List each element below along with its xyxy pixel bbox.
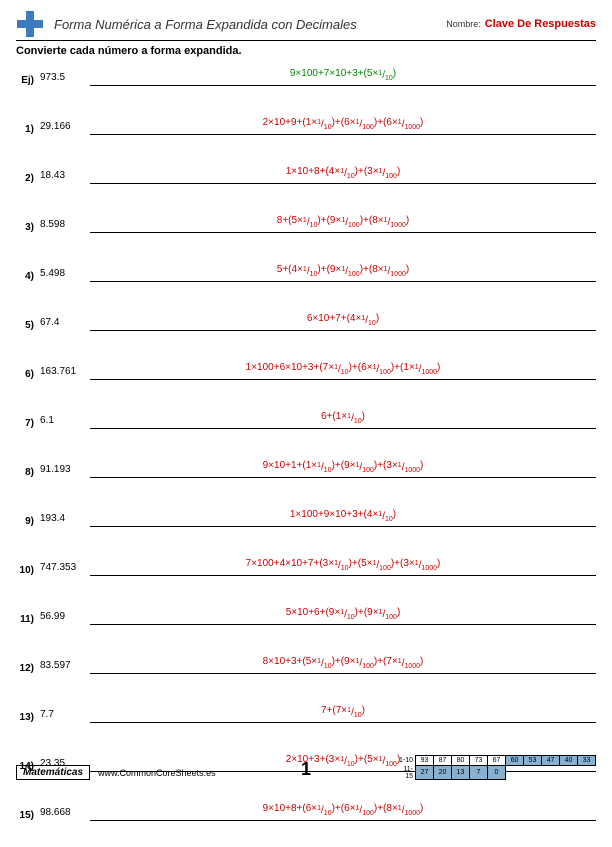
problem-row: 4)5.498 5+(4×1/10)+(9×1/100)+(8×1/1000) <box>16 259 596 282</box>
problem-number: 12) <box>16 663 38 674</box>
answer-line: 6+(1×1/10) <box>90 406 596 429</box>
answer-text: 5×10+6+(9×1/10)+(9×1/100) <box>286 607 401 618</box>
problem-value: 56.99 <box>38 611 90 625</box>
problem-row: 15)98.668 9×10+8+(6×1/10)+(6×1/100)+(8×1/… <box>16 798 596 821</box>
problem-number: 5) <box>16 320 38 331</box>
problem-row: 2)18.43 1×10+8+(4×1/10)+(3×1/100) <box>16 161 596 184</box>
problem-number: 15) <box>16 810 38 821</box>
answer-text: 5+(4×1/10)+(9×1/100)+(8×1/1000) <box>277 264 409 275</box>
problem-row: 13)7.7 7+(7×1/10) <box>16 700 596 723</box>
problem-number: 13) <box>16 712 38 723</box>
problem-number: 9) <box>16 516 38 527</box>
answer-text: 1×100+6×10+3+(7×1/10)+(6×1/100)+(1×1/100… <box>246 362 441 373</box>
problem-number: 3) <box>16 222 38 233</box>
answer-line: 1×100+9×10+3+(4×1/10) <box>90 504 596 527</box>
answer-line: 5×10+6+(9×1/10)+(9×1/100) <box>90 602 596 625</box>
problem-row: 9)193.4 1×100+9×10+3+(4×1/10) <box>16 504 596 527</box>
answer-line: 9×100+7×10+3+(5×1/10) <box>90 63 596 86</box>
problem-value: 747.353 <box>38 562 90 576</box>
problem-row: 1)29.166 2×10+9+(1×1/10)+(6×1/100)+(6×1/1… <box>16 112 596 135</box>
problems-list: Ej)973.5 9×100+7×10+3+(5×1/10) 1)29.166 2×1… <box>16 63 596 847</box>
instruction-text: Convierte cada número a forma expandida. <box>16 45 596 57</box>
answer-text: 8×10+3+(5×1/10)+(9×1/100)+(7×1/1000) <box>263 656 424 667</box>
answer-text: 8+(5×1/10)+(9×1/100)+(8×1/1000) <box>277 215 409 226</box>
answer-key-label: Clave De Respuestas <box>485 18 596 30</box>
answer-text: 1×10+8+(4×1/10)+(3×1/100) <box>286 166 401 177</box>
answer-text: 9×100+7×10+3+(5×1/10) <box>290 68 396 79</box>
problem-value: 163.761 <box>38 366 90 380</box>
problem-value: 67.4 <box>38 317 90 331</box>
problem-row: 11)56.99 5×10+6+(9×1/10)+(9×1/100) <box>16 602 596 625</box>
problem-number: 1) <box>16 124 38 135</box>
answer-line: 8+(5×1/10)+(9×1/100)+(8×1/1000) <box>90 210 596 233</box>
problem-row: 5)67.4 6×10+7+(4×1/10) <box>16 308 596 331</box>
problem-value: 29.166 <box>38 121 90 135</box>
problem-number: 4) <box>16 271 38 282</box>
problem-row: 12)83.597 8×10+3+(5×1/10)+(9×1/100)+(7×1/… <box>16 651 596 674</box>
answer-line: 5+(4×1/10)+(9×1/100)+(8×1/1000) <box>90 259 596 282</box>
problem-value: 18.43 <box>38 170 90 184</box>
problem-number: 8) <box>16 467 38 478</box>
problem-value: 98.668 <box>38 807 90 821</box>
subject-box: Matemáticas <box>16 765 90 780</box>
answer-text: 7×100+4×10+7+(3×1/10)+(5×1/100)+(3×1/100… <box>246 558 441 569</box>
answer-line: 9×10+1+(1×1/10)+(9×1/100)+(3×1/1000) <box>90 455 596 478</box>
problem-number: 2) <box>16 173 38 184</box>
problem-value: 193.4 <box>38 513 90 527</box>
plus-logo-icon <box>16 10 44 38</box>
score-grid: 1-109387807367605347403311-1527201370 <box>398 755 597 780</box>
problem-value: 5.498 <box>38 268 90 282</box>
problem-row: 10)747.353 7×100+4×10+7+(3×1/10)+(5×1/100… <box>16 553 596 576</box>
answer-line: 7×100+4×10+7+(3×1/10)+(5×1/100)+(3×1/100… <box>90 553 596 576</box>
answer-line: 1×100+6×10+3+(7×1/10)+(6×1/100)+(1×1/100… <box>90 357 596 380</box>
problem-value: 91.193 <box>38 464 90 478</box>
answer-text: 9×10+1+(1×1/10)+(9×1/100)+(3×1/1000) <box>263 460 424 471</box>
footer-url: www.CommonCoreSheets.es <box>98 768 216 778</box>
problem-number: 6) <box>16 369 38 380</box>
answer-line: 9×10+8+(6×1/10)+(6×1/100)+(8×1/1000) <box>90 798 596 821</box>
problem-number: 11) <box>16 614 38 625</box>
answer-line: 2×10+9+(1×1/10)+(6×1/100)+(6×1/1000) <box>90 112 596 135</box>
problem-value: 83.597 <box>38 660 90 674</box>
answer-line: 7+(7×1/10) <box>90 700 596 723</box>
answer-text: 7+(7×1/10) <box>321 705 365 716</box>
problem-row: 3)8.598 8+(5×1/10)+(9×1/100)+(8×1/1000) <box>16 210 596 233</box>
problem-value: 6.1 <box>38 415 90 429</box>
problem-row: Ej)973.5 9×100+7×10+3+(5×1/10) <box>16 63 596 86</box>
answer-line: 6×10+7+(4×1/10) <box>90 308 596 331</box>
problem-number: 7) <box>16 418 38 429</box>
answer-text: 6+(1×1/10) <box>321 411 365 422</box>
name-label: Nombre: <box>446 19 481 29</box>
worksheet-header: Forma Numérica a Forma Expandida con Dec… <box>16 10 596 41</box>
problem-number: Ej) <box>16 75 38 86</box>
problem-value: 7.7 <box>38 709 90 723</box>
worksheet-footer: Matemáticas www.CommonCoreSheets.es 1 1-… <box>16 755 596 780</box>
problem-number: 10) <box>16 565 38 576</box>
answer-text: 1×100+9×10+3+(4×1/10) <box>290 509 396 520</box>
answer-line: 8×10+3+(5×1/10)+(9×1/100)+(7×1/1000) <box>90 651 596 674</box>
page-number: 1 <box>301 759 311 780</box>
answer-line: 1×10+8+(4×1/10)+(3×1/100) <box>90 161 596 184</box>
problem-value: 8.598 <box>38 219 90 233</box>
worksheet-title: Forma Numérica a Forma Expandida con Dec… <box>54 17 357 32</box>
answer-text: 6×10+7+(4×1/10) <box>307 313 379 324</box>
answer-text: 9×10+8+(6×1/10)+(6×1/100)+(8×1/1000) <box>263 803 424 814</box>
problem-row: 8)91.193 9×10+1+(1×1/10)+(9×1/100)+(3×1/1… <box>16 455 596 478</box>
answer-text: 2×10+9+(1×1/10)+(6×1/100)+(6×1/1000) <box>263 117 424 128</box>
problem-row: 7)6.1 6+(1×1/10) <box>16 406 596 429</box>
problem-row: 6)163.761 1×100+6×10+3+(7×1/10)+(6×1/100)… <box>16 357 596 380</box>
problem-value: 973.5 <box>38 72 90 86</box>
